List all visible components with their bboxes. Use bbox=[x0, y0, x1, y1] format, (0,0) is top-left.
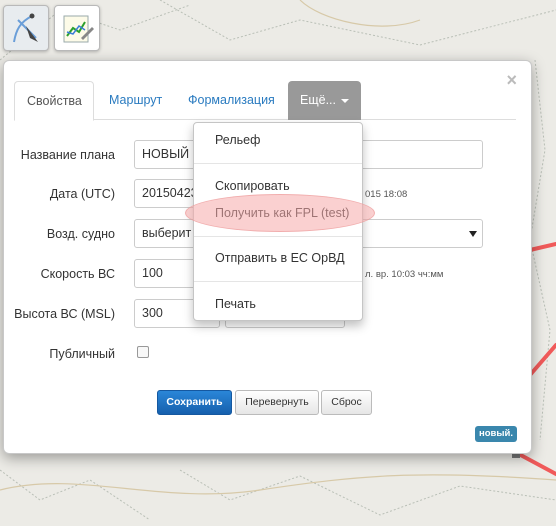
aircraft-label: Возд. судно bbox=[46, 227, 115, 241]
tab-properties[interactable]: Свойства bbox=[14, 81, 94, 121]
public-checkbox[interactable] bbox=[137, 346, 149, 358]
date-hint: 015 18:08 bbox=[365, 189, 408, 200]
route-tool-button[interactable] bbox=[3, 5, 49, 51]
tab-route[interactable]: Маршрут bbox=[97, 81, 174, 120]
speed-label: Скорость ВС bbox=[40, 267, 115, 281]
flip-button[interactable]: Перевернуть bbox=[235, 390, 319, 415]
tab-bar: Свойства Маршрут Формализация Ещё... bbox=[14, 81, 516, 121]
status-badge: новый. bbox=[475, 426, 517, 442]
select-caret-icon bbox=[469, 231, 477, 237]
menu-divider bbox=[194, 281, 362, 282]
save-button[interactable]: Сохранить bbox=[157, 390, 232, 415]
menu-item-relief[interactable]: Рельеф bbox=[215, 133, 260, 147]
menu-item-copy[interactable]: Скопировать bbox=[215, 179, 290, 193]
public-label: Публичный bbox=[49, 347, 115, 361]
menu-item-print[interactable]: Печать bbox=[215, 297, 256, 311]
flight-plan-tool-button[interactable] bbox=[54, 5, 100, 51]
reset-button[interactable]: Сброс bbox=[321, 390, 372, 415]
flight-time-hint: л. вр. 10:03 чч:мм bbox=[365, 269, 444, 280]
more-dropdown-menu: Рельеф Скопировать Получить как FPL (tes… bbox=[193, 122, 363, 321]
date-label: Дата (UTC) bbox=[49, 187, 115, 201]
menu-item-get-fpl[interactable]: Получить как FPL (test) bbox=[215, 206, 349, 220]
tab-more-label: Ещё... bbox=[300, 93, 336, 107]
flight-plan-icon bbox=[63, 15, 94, 43]
menu-divider bbox=[194, 163, 362, 164]
menu-item-send-atm[interactable]: Отправить в ЕС ОрВД bbox=[215, 251, 345, 265]
menu-divider bbox=[194, 236, 362, 237]
tab-formalization[interactable]: Формализация bbox=[176, 81, 287, 120]
caret-down-icon bbox=[341, 98, 349, 103]
route-edit-icon bbox=[13, 13, 38, 43]
aircraft-select-value: выберит bbox=[142, 226, 192, 240]
tab-more-dropdown[interactable]: Ещё... bbox=[288, 81, 361, 120]
plan-name-label: Название плана bbox=[20, 148, 115, 162]
altitude-label: Высота ВС (MSL) bbox=[14, 307, 115, 321]
